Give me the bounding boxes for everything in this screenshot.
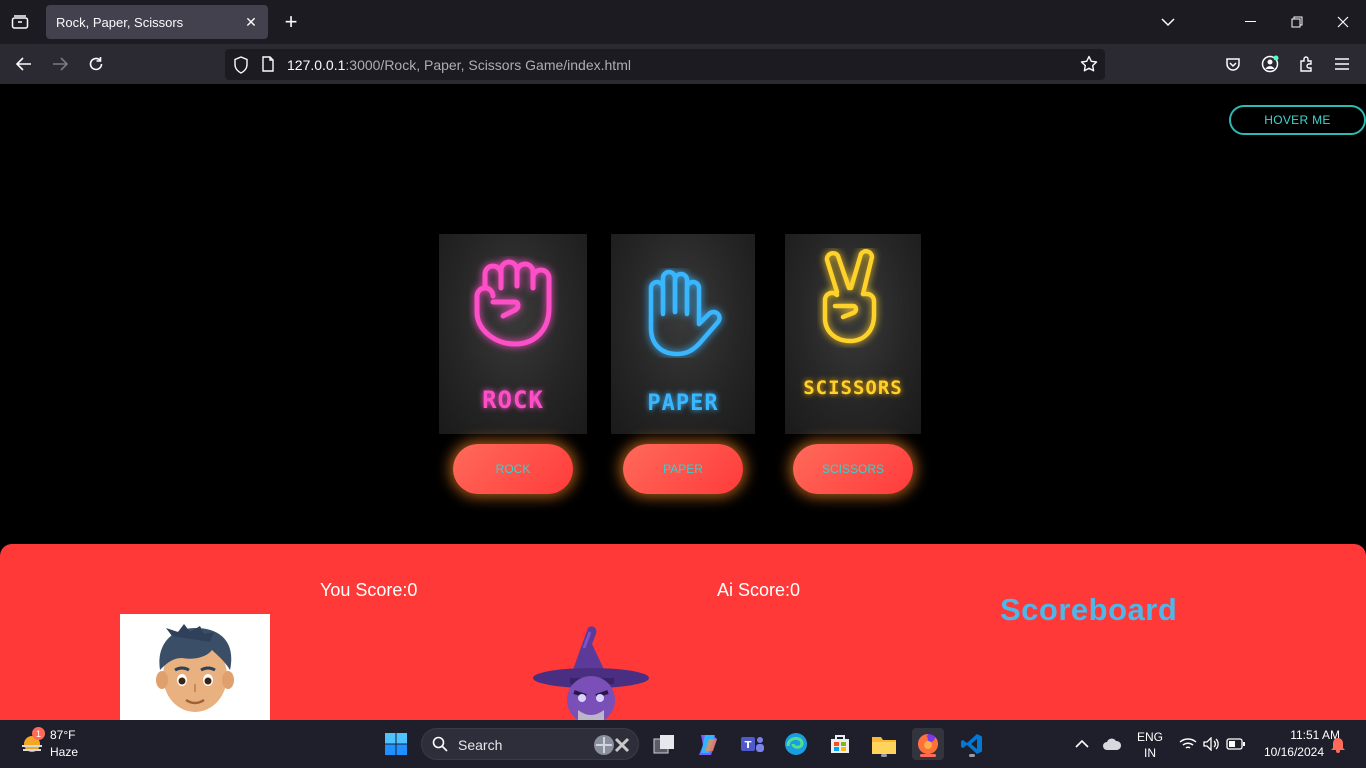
browser-tab-bar: Rock, Paper, Scissors ✕ + [0,0,1366,44]
battery-icon[interactable] [1220,728,1252,760]
hover-me-button[interactable]: HOVER ME [1229,105,1366,135]
search-icon [432,736,448,757]
scissors-card[interactable]: SCISSORS [785,234,921,434]
url-host: 127.0.0.1 [287,57,346,73]
list-all-tabs-icon[interactable] [1145,0,1191,44]
menu-icon[interactable] [1330,52,1354,76]
taskbar-search[interactable]: Search [421,728,639,760]
rock-card-label: ROCK [482,386,544,414]
teams-icon[interactable]: T [736,728,768,760]
file-explorer-icon[interactable] [868,728,900,760]
close-tab-icon[interactable]: ✕ [242,13,260,31]
scoreboard-title: Scoreboard [1000,592,1178,627]
new-tab-icon[interactable]: + [279,10,303,34]
scissors-card-label: SCISSORS [803,377,903,399]
paper-card-label: PAPER [647,391,719,416]
lang-line1[interactable]: ENG [1134,730,1166,744]
vscode-icon[interactable] [956,728,988,760]
task-view-icon[interactable] [648,728,680,760]
wizard-ai-icon [533,626,649,720]
notification-bell-icon[interactable] [1326,728,1350,760]
rock-card[interactable]: ROCK [439,234,587,434]
tab-list-icon[interactable] [8,11,32,33]
active-indicator [920,754,936,757]
paper-card[interactable]: PAPER [611,234,755,434]
weather-temp[interactable]: 87°F [50,728,75,742]
tab-title: Rock, Paper, Scissors [56,14,184,30]
page-icon[interactable] [261,56,275,77]
chevron-up-icon[interactable] [1066,728,1098,760]
weather-desc[interactable]: Haze [50,745,78,759]
minimize-icon[interactable] [1228,0,1274,44]
back-arrow-icon[interactable] [12,52,36,76]
game-page: HOVER ME ROCK PAPER SCISSORS ROCK PAPER … [0,84,1366,720]
rock-fist-icon [474,259,552,347]
browser-tab[interactable]: Rock, Paper, Scissors ✕ [46,5,268,39]
paper-button[interactable]: PAPER [623,444,743,494]
player-avatar [120,614,270,720]
copilot-icon[interactable] [692,728,724,760]
pocket-icon[interactable] [1221,52,1245,76]
you-score: You Score:0 [320,580,418,600]
url-path: :3000/Rock, Paper, Scissors Game/index.h… [345,57,631,73]
shield-icon[interactable] [233,56,249,79]
rock-button[interactable]: ROCK [453,444,573,494]
account-icon[interactable] [1258,52,1282,76]
taskbar: 1 87°F Haze Search T ENG IN 11:51 AM 10/… [0,720,1366,768]
clock-date[interactable]: 10/16/2024 [1256,745,1324,759]
url-bar[interactable]: 127.0.0.1:3000/Rock, Paper, Scissors Gam… [225,49,1105,80]
boy-avatar-icon [156,624,234,712]
edge-icon[interactable] [780,728,812,760]
firefox-icon[interactable] [912,728,944,760]
scissors-hand-icon [822,249,877,344]
close-window-icon[interactable] [1320,0,1366,44]
onedrive-cloud-icon[interactable] [1096,728,1128,760]
windows-start-icon[interactable] [380,728,412,760]
running-indicator [881,754,887,757]
scoreboard-panel: You Score:0 Ai Score:0 Scoreboard [0,544,1366,720]
search-label: Search [458,737,503,753]
reload-icon[interactable] [84,52,108,76]
weather-badge: 1 [32,727,45,740]
extensions-icon[interactable] [1294,52,1318,76]
ai-score: Ai Score:0 [717,580,801,600]
bookmark-star-icon[interactable] [1080,55,1098,78]
store-icon[interactable] [824,728,856,760]
restore-icon[interactable] [1274,0,1320,44]
scissors-button[interactable]: SCISSORS [793,444,913,494]
paper-hand-icon [648,269,722,357]
svg-text:T: T [745,740,752,751]
running-indicator [969,754,975,757]
url-text[interactable]: 127.0.0.1:3000/Rock, Paper, Scissors Gam… [287,57,631,73]
lang-line2[interactable]: IN [1134,746,1166,760]
search-highlight-icon [590,733,634,762]
forward-arrow-icon[interactable] [48,52,72,76]
